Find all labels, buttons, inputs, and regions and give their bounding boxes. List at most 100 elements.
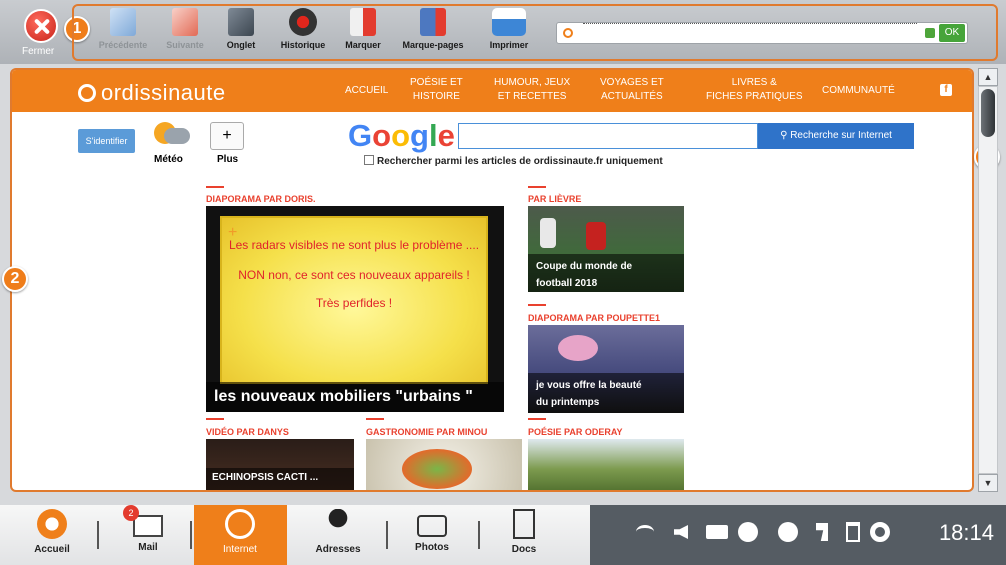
site-header: ordissinaute ACCUEIL POÉSIE ET HISTOIRE H… [12, 70, 972, 112]
card-caption: les nouveaux mobiliers "urbains " [206, 382, 504, 412]
facebook-icon[interactable]: f [940, 84, 952, 96]
site-favicon-icon [563, 28, 573, 38]
football-photo [540, 218, 556, 248]
logo-text: ordissinaute [101, 80, 226, 105]
sparkle-icon: + [228, 224, 238, 241]
back-button[interactable]: Précédente [88, 8, 158, 50]
search-input[interactable] [458, 123, 758, 149]
tab-label: Onglet [226, 40, 256, 50]
site-only-checkbox[interactable]: Rechercher parmi les articles de ordissi… [364, 155, 663, 167]
new-tab-button[interactable]: Onglet [206, 8, 276, 50]
help-lifebuoy-icon[interactable] [870, 522, 890, 542]
dock-separator [190, 521, 192, 549]
spring-card[interactable]: je vous offre la beauté du printemps [528, 325, 684, 413]
scroll-up-button[interactable]: ▲ [978, 68, 998, 86]
contacts-icon [323, 509, 353, 539]
mail-badge: 2 [123, 505, 139, 521]
dock-label: Photos [415, 542, 449, 553]
dock-mail[interactable]: 2 Mail [108, 505, 188, 553]
new-tab-icon [228, 8, 254, 36]
category-rule [528, 418, 546, 420]
dock-photos[interactable]: Photos [392, 509, 472, 553]
trash-icon[interactable] [846, 522, 860, 542]
nav-communaute[interactable]: COMMUNAUTÉ [822, 84, 895, 98]
category-label[interactable]: POÉSIE PAR ODERAY [528, 427, 623, 437]
logo-icon [78, 84, 96, 102]
dock-docs[interactable]: Docs [484, 509, 564, 555]
wifi-icon[interactable] [636, 525, 654, 539]
nav-voyages[interactable]: VOYAGES ET ACTUALITÉS [600, 76, 664, 104]
checkbox-label: Rechercher parmi les articles de ordissi… [377, 156, 663, 167]
search-button[interactable]: ⚲ Recherche sur Internet [758, 123, 914, 149]
video-card[interactable]: ECHINOPSIS CACTI ... [206, 439, 354, 490]
print-label: Imprimer [489, 40, 529, 50]
dock-separator [478, 521, 480, 549]
address-bar[interactable]: OK [556, 22, 968, 44]
close-icon[interactable] [24, 9, 58, 43]
slideshow-card[interactable]: + Les radars visibles ne sont plus le pr… [206, 206, 504, 412]
plus-label[interactable]: Plus [217, 154, 238, 165]
home-icon [37, 509, 67, 539]
category-label[interactable]: VIDÉO PAR DANYS [206, 427, 289, 437]
weather-icon[interactable] [152, 120, 192, 152]
category-label[interactable]: DIAPORAMA PAR POUPETTE1 [528, 313, 660, 323]
undo-icon[interactable] [816, 523, 828, 541]
category-label[interactable]: PAR LIÈVRE [528, 194, 581, 204]
history-icon [289, 8, 317, 36]
scrollbar-thumb[interactable] [981, 89, 995, 137]
scrollbar-track[interactable] [978, 86, 998, 474]
plus-button[interactable]: + [210, 122, 244, 150]
slide-text-2: NON non, ce sont ces nouveaux appareils … [238, 268, 470, 282]
dock-internet[interactable]: Internet [200, 509, 280, 555]
gastronomy-card[interactable] [366, 439, 522, 490]
arrow-right-icon [172, 8, 198, 36]
flower-photo [558, 335, 598, 361]
dock-label: Accueil [34, 544, 70, 555]
search-button-label: Recherche sur Internet [790, 130, 892, 141]
address-text[interactable] [583, 23, 917, 25]
brightness-down-icon[interactable] [738, 522, 758, 542]
search-icon: ⚲ [780, 130, 791, 141]
bookmarks-button[interactable]: Marque-pages [398, 8, 468, 50]
bookmarks-label: Marque-pages [402, 40, 464, 50]
browser-viewport: ordissinaute ACCUEIL POÉSIE ET HISTOIRE H… [10, 68, 974, 492]
annotation-badge-2: 2 [2, 266, 28, 292]
category-rule [206, 186, 224, 188]
weather-label[interactable]: Météo [154, 154, 183, 165]
card-caption: je vous offre la beauté du printemps [528, 373, 684, 413]
category-label[interactable]: GASTRONOMIE PAR MINOU [366, 427, 487, 437]
document-icon [513, 509, 535, 539]
football-card[interactable]: Coupe du monde de football 2018 [528, 206, 684, 292]
battery-icon[interactable] [706, 525, 728, 539]
site-logo[interactable]: ordissinaute [78, 80, 226, 106]
back-label: Précédente [98, 40, 148, 50]
volume-icon[interactable] [674, 525, 688, 539]
bookmark-button[interactable]: Marquer [328, 8, 398, 50]
category-rule [366, 418, 384, 420]
category-label[interactable]: DIAPORAMA PAR DORIS. [206, 194, 316, 204]
dock-adresses[interactable]: Adresses [298, 509, 378, 555]
checkbox[interactable] [364, 155, 374, 165]
close-label[interactable]: Fermer [22, 46, 54, 57]
mail-icon: 2 [123, 505, 163, 537]
football-photo [586, 222, 606, 250]
brightness-up-icon[interactable] [778, 522, 798, 542]
nav-poesie-histoire[interactable]: POÉSIE ET HISTOIRE [410, 76, 463, 104]
poetry-card[interactable] [528, 439, 684, 490]
nav-humour-jeux[interactable]: HUMOUR, JEUX ET RECETTES [494, 76, 570, 104]
print-button[interactable]: Imprimer [474, 8, 544, 50]
bookmark-icon [350, 8, 376, 36]
card-caption: ECHINOPSIS CACTI ... [206, 468, 354, 490]
slide-text-1: Les radars visibles ne sont plus le prob… [228, 238, 480, 252]
dock-label: Adresses [315, 544, 361, 555]
nav-accueil[interactable]: ACCUEIL [345, 84, 388, 98]
go-button[interactable]: OK [939, 24, 965, 42]
scroll-down-button[interactable]: ▼ [978, 474, 998, 492]
category-rule [206, 418, 224, 420]
bookmark-label: Marquer [345, 40, 381, 50]
slide-image: + Les radars visibles ne sont plus le pr… [220, 216, 488, 384]
nav-livres[interactable]: LIVRES & FICHES PRATIQUES [706, 76, 803, 104]
printer-icon [492, 8, 526, 36]
dock-accueil[interactable]: Accueil [12, 509, 92, 555]
login-button[interactable]: S'identifier [78, 129, 135, 153]
